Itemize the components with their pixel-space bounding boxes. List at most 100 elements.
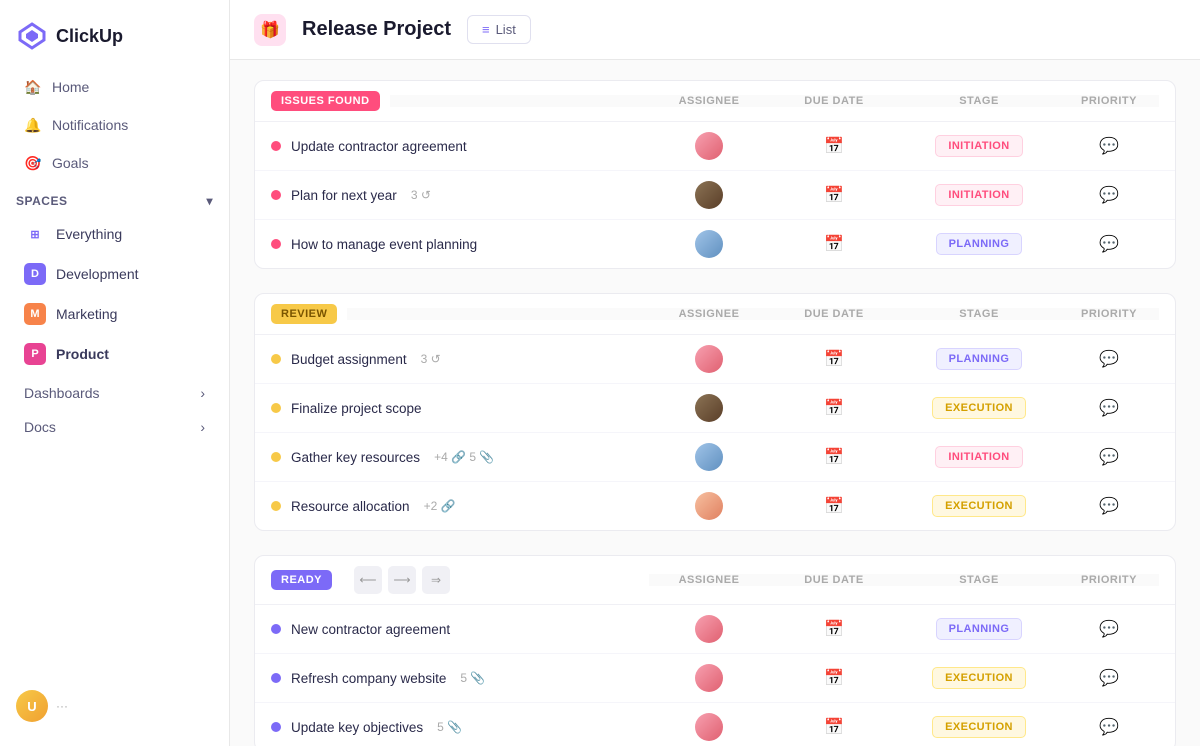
task-dot [271, 624, 281, 634]
sidebar-item-everything[interactable]: ⊞ Everything [8, 215, 221, 253]
sidebar-item-goals-label: Goals [52, 155, 89, 171]
status-badge: EXECUTION [932, 397, 1026, 419]
avatar-label: ··· [56, 699, 68, 713]
sidebar-docs[interactable]: Docs › [8, 409, 221, 441]
table-row[interactable]: Finalize project scope 📅 EXECUTION 💬 [255, 384, 1175, 433]
col-header-assignee3: ASSIGNEE [649, 574, 769, 586]
main-content: 🎁 Release Project ≡ List ISSUES FOUND AS… [230, 0, 1200, 746]
table-row[interactable]: Gather key resources +4 🔗 5 📎 📅 INITIATI… [255, 433, 1175, 482]
priority-icon: 💬 [1099, 185, 1119, 205]
task-name-cell: Plan for next year 3 ↺ [271, 188, 649, 203]
avatar [695, 394, 723, 422]
priority-cell: 💬 [1059, 496, 1159, 516]
calendar-icon: 📅 [824, 398, 844, 418]
stage-cell: PLANNING [899, 233, 1059, 255]
sidebar-item-product-label: Product [56, 346, 109, 362]
review-badge: REVIEW [271, 304, 337, 324]
assignee-cell [649, 181, 769, 209]
avatar [695, 345, 723, 373]
priority-icon: 💬 [1099, 668, 1119, 688]
stage-cell: EXECUTION [899, 397, 1059, 419]
table-row[interactable]: How to manage event planning 📅 PLANNING … [255, 220, 1175, 268]
col-header-duedate3: DUE DATE [769, 574, 899, 586]
sidebar-item-product[interactable]: P Product [8, 335, 221, 373]
task-dot [271, 239, 281, 249]
sidebar-item-goals[interactable]: 🎯 Goals [8, 145, 221, 181]
assignee-cell [649, 345, 769, 373]
task-group-issues: ISSUES FOUND ASSIGNEE DUE DATE STAGE PRI… [254, 80, 1176, 269]
spaces-header: Spaces ▾ [0, 182, 229, 214]
sidebar-item-development[interactable]: D Development [8, 255, 221, 293]
bell-icon: 🔔 [24, 116, 42, 134]
priority-cell: 💬 [1059, 398, 1159, 418]
priority-cell: 💬 [1059, 234, 1159, 254]
sort-button[interactable]: ⟶ [388, 566, 416, 594]
table-row[interactable]: Update key objectives 5 📎 📅 EXECUTION 💬 [255, 703, 1175, 746]
due-date-cell: 📅 [769, 185, 899, 205]
chevron-right-icon-docs: › [200, 419, 205, 435]
task-name-cell: Resource allocation +2 🔗 [271, 499, 649, 514]
priority-icon: 💬 [1099, 234, 1119, 254]
task-name: Update key objectives [291, 720, 423, 735]
due-date-cell: 📅 [769, 234, 899, 254]
table-row[interactable]: Resource allocation +2 🔗 📅 EXECUTION 💬 [255, 482, 1175, 530]
assignee-cell [649, 443, 769, 471]
task-name: How to manage event planning [291, 237, 477, 252]
filter-button[interactable]: ⟵ [354, 566, 382, 594]
calendar-icon: 📅 [824, 668, 844, 688]
status-badge: PLANNING [936, 233, 1023, 255]
sidebar-dashboards[interactable]: Dashboards › [8, 375, 221, 407]
spaces-collapse-icon[interactable]: ▾ [206, 194, 213, 208]
task-count: 3 ↺ [411, 188, 431, 202]
table-row[interactable]: Budget assignment 3 ↺ 📅 PLANNING 💬 [255, 335, 1175, 384]
priority-cell: 💬 [1059, 668, 1159, 688]
list-icon: ≡ [482, 22, 490, 37]
col-header-priority2: PRIORITY [1059, 308, 1159, 320]
assignee-cell [649, 132, 769, 160]
table-row[interactable]: Update contractor agreement 📅 INITIATION… [255, 122, 1175, 171]
stage-cell: PLANNING [899, 348, 1059, 370]
task-group-review: REVIEW ASSIGNEE DUE DATE STAGE PRIORITY … [254, 293, 1176, 531]
task-dot [271, 354, 281, 364]
task-name-cell: New contractor agreement [271, 622, 649, 637]
task-name: Gather key resources [291, 450, 420, 465]
priority-icon: 💬 [1099, 717, 1119, 737]
list-view-button[interactable]: ≡ List [467, 15, 531, 44]
table-row[interactable]: New contractor agreement 📅 PLANNING 💬 [255, 605, 1175, 654]
user-avatar[interactable]: U [16, 690, 48, 722]
sidebar-item-development-label: Development [56, 266, 139, 282]
stage-cell: EXECUTION [899, 716, 1059, 738]
goals-icon: 🎯 [24, 154, 42, 172]
task-name-cell: Refresh company website 5 📎 [271, 671, 649, 686]
col-header-priority3: PRIORITY [1059, 574, 1159, 586]
logo-text: ClickUp [56, 26, 123, 47]
project-icon: 🎁 [254, 14, 286, 46]
group-button[interactable]: ⇒ [422, 566, 450, 594]
task-name: Finalize project scope [291, 401, 422, 416]
task-dot [271, 722, 281, 732]
avatar [695, 132, 723, 160]
stage-cell: INITIATION [899, 446, 1059, 468]
sidebar-item-notifications[interactable]: 🔔 Notifications [8, 107, 221, 143]
task-name-cell: How to manage event planning [271, 237, 649, 252]
sidebar-item-home[interactable]: 🏠 Home [8, 69, 221, 105]
priority-cell: 💬 [1059, 185, 1159, 205]
task-name: Plan for next year [291, 188, 397, 203]
due-date-cell: 📅 [769, 619, 899, 639]
table-row[interactable]: Refresh company website 5 📎 📅 EXECUTION … [255, 654, 1175, 703]
task-dot [271, 501, 281, 511]
project-title: Release Project [302, 18, 451, 41]
priority-icon: 💬 [1099, 136, 1119, 156]
task-name-cell: Update key objectives 5 📎 [271, 720, 649, 735]
sidebar-item-marketing[interactable]: M Marketing [8, 295, 221, 333]
col-header-priority: PRIORITY [1059, 95, 1159, 107]
product-dot: P [24, 343, 46, 365]
calendar-icon: 📅 [824, 185, 844, 205]
avatar [695, 664, 723, 692]
due-date-cell: 📅 [769, 136, 899, 156]
assignee-cell [649, 615, 769, 643]
table-row[interactable]: Plan for next year 3 ↺ 📅 INITIATION 💬 [255, 171, 1175, 220]
task-dot [271, 403, 281, 413]
task-count: 3 ↺ [421, 352, 441, 366]
stage-cell: INITIATION [899, 184, 1059, 206]
